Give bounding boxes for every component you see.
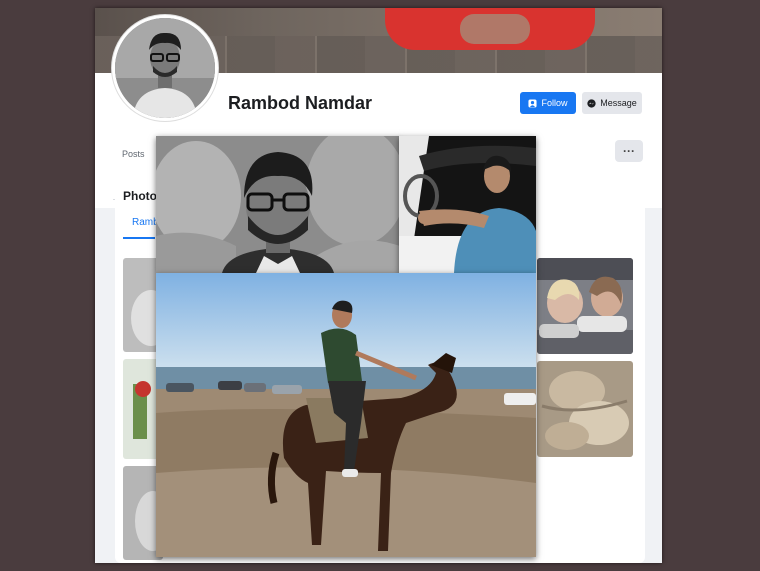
- profile-avatar[interactable]: [112, 15, 218, 121]
- message-button[interactable]: Message: [582, 92, 642, 114]
- follow-button-label: Follow: [541, 98, 568, 108]
- message-button-label: Message: [600, 98, 637, 108]
- more-options-button[interactable]: ···: [615, 140, 643, 162]
- tab-posts[interactable]: Posts: [122, 149, 145, 159]
- collage-photo-car[interactable]: [399, 136, 536, 273]
- follow-icon: [528, 98, 538, 108]
- photos-heading: Photo: [123, 189, 157, 203]
- active-tab-indicator: [123, 237, 155, 239]
- tab-photos-of-user[interactable]: Ramb: [132, 217, 159, 228]
- messenger-icon: [587, 98, 596, 108]
- photo-thumbnail[interactable]: [537, 361, 633, 457]
- profile-name: Rambod Namdar: [228, 93, 373, 113]
- follow-button[interactable]: Follow: [520, 92, 576, 114]
- more-dots-icon: ···: [623, 144, 635, 158]
- photo-thumbnail[interactable]: [537, 258, 633, 354]
- collage-photo-portrait[interactable]: [156, 136, 400, 273]
- collage-photo-horse-beach[interactable]: [156, 273, 536, 557]
